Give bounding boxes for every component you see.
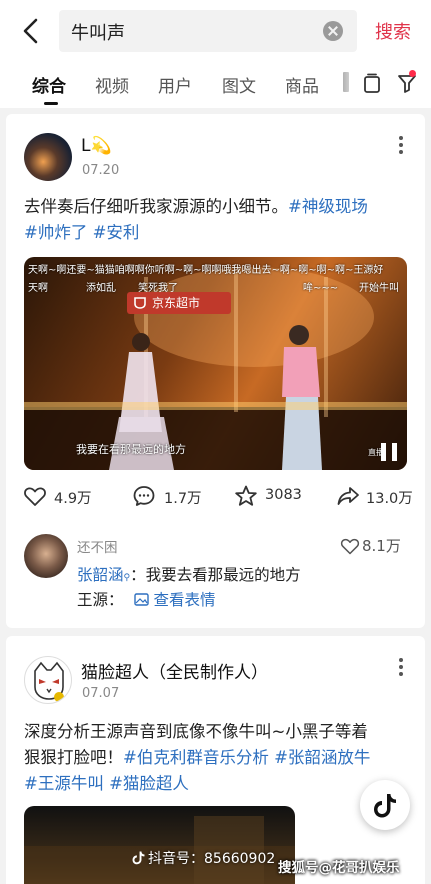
notification-dot [409, 70, 416, 77]
comment-line: 王源： 查看表情 [77, 588, 215, 610]
search-input[interactable]: 牛叫声 [59, 10, 357, 52]
share-count: 13.0万 [366, 491, 413, 507]
commenter-name[interactable]: 还不困 [77, 536, 118, 556]
comment-like-heart-icon[interactable] [340, 536, 360, 556]
view-sticker-link[interactable]: 查看表情 [153, 591, 215, 609]
douyin-watermark-text: 抖音号：85660902 [148, 851, 276, 867]
tab-bar: 综合 视频 用户 图文 商品 [0, 62, 431, 108]
sohu-watermark: 搜狐号@花哥扒娱乐 [278, 860, 400, 876]
search-header: 牛叫声 搜索 [0, 0, 431, 62]
result-card[interactable]: L💫 07.20 去伴奏后仔细听我家源源的小细节。#神级现场 #帅炸了 #安利 … [6, 114, 425, 628]
douyin-logo-icon [132, 851, 145, 865]
clear-icon[interactable] [323, 21, 343, 41]
search-query: 牛叫声 [71, 23, 125, 44]
share-arrow-icon[interactable] [336, 484, 360, 508]
tab-image-text[interactable]: 图文 [222, 72, 256, 97]
hashtag[interactable]: #伯克利群音乐分析 #张韶涵放牛 [123, 748, 370, 767]
tab-video[interactable]: 视频 [95, 72, 129, 97]
active-tab-indicator [44, 102, 58, 105]
like-heart-icon[interactable] [23, 484, 47, 508]
comment-like-count: 8.1万 [362, 537, 401, 555]
tab-comprehensive[interactable]: 综合 [32, 72, 66, 97]
hashtag[interactable]: #神级现场 [288, 197, 368, 216]
douyin-float-button[interactable] [360, 780, 410, 830]
favorite-count: 3083 [265, 487, 302, 503]
result-card[interactable]: 猫脸超人（全民制作人） 07.07 深度分析王源声音到底像不像牛叫~小黑子等着 … [6, 636, 425, 884]
cat-mask-avatar-icon [34, 661, 64, 702]
sponsor-badge-label: 京东超市 [152, 296, 201, 310]
commenter-avatar[interactable] [24, 534, 68, 578]
favorite-star-icon[interactable] [234, 484, 258, 508]
danmu-comment: 开始牛叫 [359, 283, 399, 294]
comment-text: ：我要去看那最远的地方 [130, 566, 301, 584]
action-bar: 4.9万 1.7万 3083 13.0万 [6, 484, 425, 514]
tab-products[interactable]: 商品 [285, 72, 319, 97]
post-date: 07.07 [82, 686, 120, 701]
danmu-comment: 天啊 [28, 283, 48, 294]
hashtag[interactable]: #帅炸了 [24, 223, 87, 242]
video-scene [24, 816, 295, 884]
tab-users[interactable]: 用户 [158, 72, 192, 97]
author-name[interactable]: 猫脸超人（全民制作人） [81, 658, 268, 683]
comment-speaker: 王源： [77, 591, 124, 609]
post-text: 去伴奏后仔细听我家源源的小细节。#神级现场 #帅炸了 #安利 [24, 197, 368, 242]
like-count: 4.9万 [54, 491, 92, 507]
jd-logo-icon [134, 297, 146, 309]
hashtag[interactable]: #安利 [93, 223, 140, 242]
douyin-logo-icon [374, 794, 396, 818]
hashtag[interactable]: #王源牛叫 #猫脸超人 [24, 774, 189, 793]
search-button[interactable]: 搜索 [375, 18, 411, 44]
more-options-icon[interactable] [398, 658, 404, 678]
post-text: 深度分析王源声音到底像不像牛叫~小黑子等着 狠狠打脸吧！#伯克利群音乐分析 #张… [24, 722, 371, 793]
video-subtitle: 我要在看那最远的地方 [76, 443, 186, 456]
image-icon [134, 593, 150, 606]
video-player[interactable]: 天啊~啊还要~猫猫咱啊啊你听啊~啊~啊啊哦我嗯出去~啊~啊~啊~啊~王源好 天啊… [24, 257, 407, 470]
danmu-comment: 添如乱 [86, 283, 116, 294]
stage-scene [24, 267, 407, 470]
danmu-comment: 哞~~~ [303, 283, 339, 294]
top-comment[interactable]: 还不困 8.1万 张韶涵⚲：我要去看那最远的地方 王源： 查看表情 [6, 528, 425, 618]
avatar[interactable] [24, 133, 72, 181]
layers-icon[interactable] [362, 73, 382, 95]
mentioned-name[interactable]: 张韶涵 [77, 566, 124, 584]
back-arrow-icon[interactable] [18, 14, 46, 48]
author-name[interactable]: L💫 [81, 136, 112, 156]
avatar[interactable] [24, 656, 72, 704]
pause-icon[interactable] [381, 443, 399, 461]
comment-line: 张韶涵⚲：我要去看那最远的地方 [77, 563, 301, 585]
post-date: 07.20 [82, 163, 120, 178]
danmu-comment: 天啊~啊还要~猫猫咱啊啊你听啊~啊~啊啊哦我嗯出去~啊~啊~啊~啊~王源好 [28, 265, 384, 276]
sponsor-badge: 京东超市 [127, 292, 231, 314]
comment-count: 1.7万 [164, 491, 202, 507]
more-options-icon[interactable] [398, 136, 404, 156]
douyin-watermark: 抖音号：85660902 [132, 848, 275, 868]
video-thumbnail[interactable] [24, 806, 295, 884]
tabs-fade [330, 62, 360, 108]
comment-icon[interactable] [132, 484, 156, 508]
